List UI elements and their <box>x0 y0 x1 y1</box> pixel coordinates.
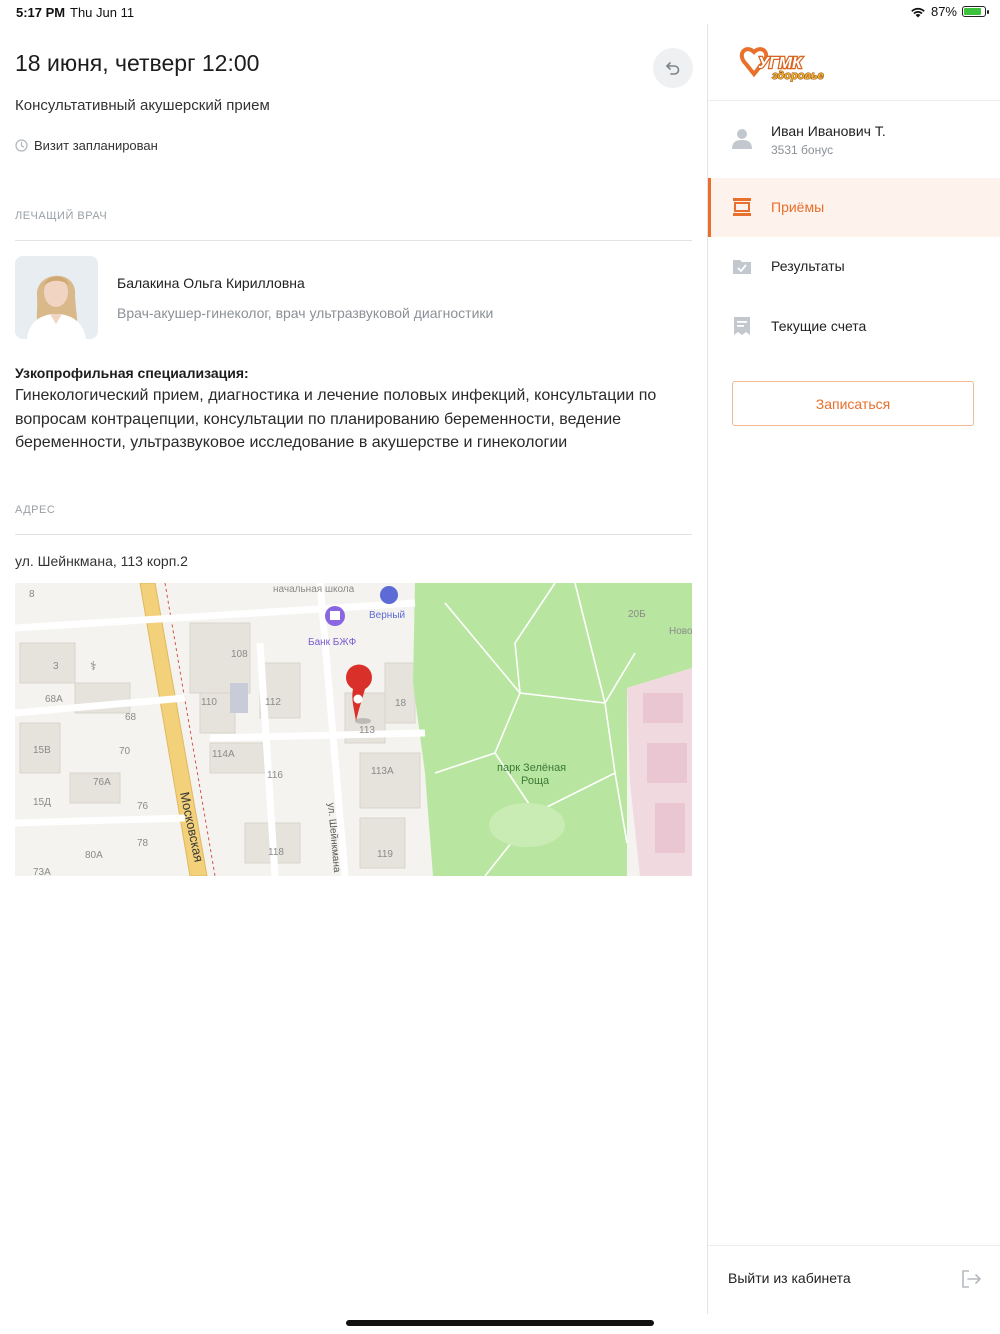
map-label: 80А <box>85 850 103 861</box>
appointments-icon <box>733 198 751 216</box>
map-label: 20Б <box>628 609 646 620</box>
divider <box>15 240 692 241</box>
map-label: 8 <box>29 589 35 600</box>
battery-percent: 87% <box>930 4 957 19</box>
specialization-text: Гинекологический прием, диагностика и ле… <box>15 387 657 451</box>
map-label: Ново <box>669 626 692 637</box>
map-label: Верный <box>369 610 405 621</box>
nav-item-results[interactable]: Результаты <box>708 237 1000 296</box>
map-label: 73А <box>33 867 51 876</box>
map-label: 118 <box>268 847 284 858</box>
map-label: парк Зелёная <box>497 762 566 774</box>
address-section-label: АДРЕС <box>15 504 56 516</box>
map-label: 68А <box>45 694 63 705</box>
home-indicator[interactable] <box>346 1320 654 1326</box>
map-canvas: 8 3 68А 68 15В 70 76А 15Д 76 78 80А 73А … <box>15 583 692 876</box>
ugmk-logo: УГМК здоровье <box>732 42 844 86</box>
map-label: 76А <box>93 777 111 788</box>
divider <box>708 100 1000 101</box>
logout-icon <box>962 1270 981 1288</box>
appointment-datetime: 18 июня, четверг 12:00 <box>15 50 260 76</box>
battery-fill <box>964 8 981 15</box>
map-label: 112 <box>265 697 281 708</box>
undo-button[interactable] <box>653 48 693 88</box>
undo-icon <box>666 62 680 75</box>
map-label: начальная школа <box>273 584 355 595</box>
appointment-detail: 18 июня, четверг 12:00 Консультативный а… <box>0 24 707 1314</box>
results-folder-icon <box>733 260 751 274</box>
logout-button[interactable]: Выйти из кабинета <box>708 1246 1000 1314</box>
logout-label: Выйти из кабинета <box>728 1270 851 1286</box>
shop-map-icon <box>380 586 398 604</box>
map-label: 113А <box>371 766 394 777</box>
status-bar: 5:17 PM Thu Jun 11 87% <box>0 0 1000 24</box>
map-label: ⚕ <box>90 659 97 673</box>
user-profile[interactable]: Иван Иванович Т. 3531 бонус <box>708 102 1000 178</box>
battery-icon <box>962 6 989 17</box>
location-map[interactable]: 8 3 68А 68 15В 70 76А 15Д 76 78 80А 73А … <box>15 583 692 876</box>
status-text: Визит запланирован <box>34 138 158 153</box>
map-label: 78 <box>137 838 149 849</box>
doctor-role: Врач-акушер-гинеколог, врач ультразвуков… <box>117 305 494 321</box>
user-name: Иван Иванович Т. <box>771 123 886 139</box>
user-icon <box>732 129 752 149</box>
status-time: 5:17 PM <box>16 5 66 20</box>
user-bonus: 3531 бонус <box>771 143 834 157</box>
sidebar: УГМК здоровье Иван Иванович Т. 3531 бону… <box>708 24 1000 1314</box>
nav-label: Результаты <box>771 258 845 274</box>
status-right: 87% <box>910 4 989 19</box>
map-label: Роща <box>521 775 550 787</box>
map-label: 114А <box>212 749 235 760</box>
map-label: 108 <box>231 649 248 660</box>
nav-label: Текущие счета <box>771 318 867 334</box>
doctor-portrait-image <box>15 256 98 339</box>
map-label: Банк БЖФ <box>308 637 357 648</box>
wifi-icon <box>911 7 925 17</box>
map-label: 15Д <box>33 797 51 808</box>
nav-item-bills[interactable]: Текущие счета <box>708 297 1000 356</box>
appointment-service: Консультативный акушерский прием <box>15 97 270 114</box>
nav-item-appointments[interactable]: Приёмы <box>708 178 1000 237</box>
map-label: 18 <box>395 698 407 709</box>
specialization-title: Узкопрофильная специализация: <box>15 365 249 381</box>
clinic-address: ул. Шейнкмана, 113 корп.2 <box>15 553 188 569</box>
clock-icon <box>15 139 28 152</box>
map-label: 68 <box>125 712 137 723</box>
map-label: 76 <box>137 801 149 812</box>
map-label: 119 <box>377 849 393 860</box>
map-label: 113 <box>359 725 375 736</box>
book-appointment-button[interactable]: Записаться <box>732 381 974 426</box>
map-label: 3 <box>53 661 59 672</box>
map-label: 110 <box>201 697 217 708</box>
status-date: Thu Jun 11 <box>70 5 135 20</box>
doctor-name: Балакина Ольга Кирилловна <box>117 275 305 291</box>
appointment-status: Визит запланирован <box>15 138 158 153</box>
doctor-section-label: ЛЕЧАЩИЙ ВРАЧ <box>15 210 108 222</box>
divider <box>15 534 692 535</box>
map-label: 116 <box>267 770 283 781</box>
receipt-icon <box>734 317 750 335</box>
logo-subtext: здоровье <box>772 70 824 82</box>
map-label: 15В <box>33 745 51 756</box>
doctor-photo <box>15 256 98 339</box>
map-label: 70 <box>119 746 131 757</box>
nav-label: Приёмы <box>771 199 825 215</box>
